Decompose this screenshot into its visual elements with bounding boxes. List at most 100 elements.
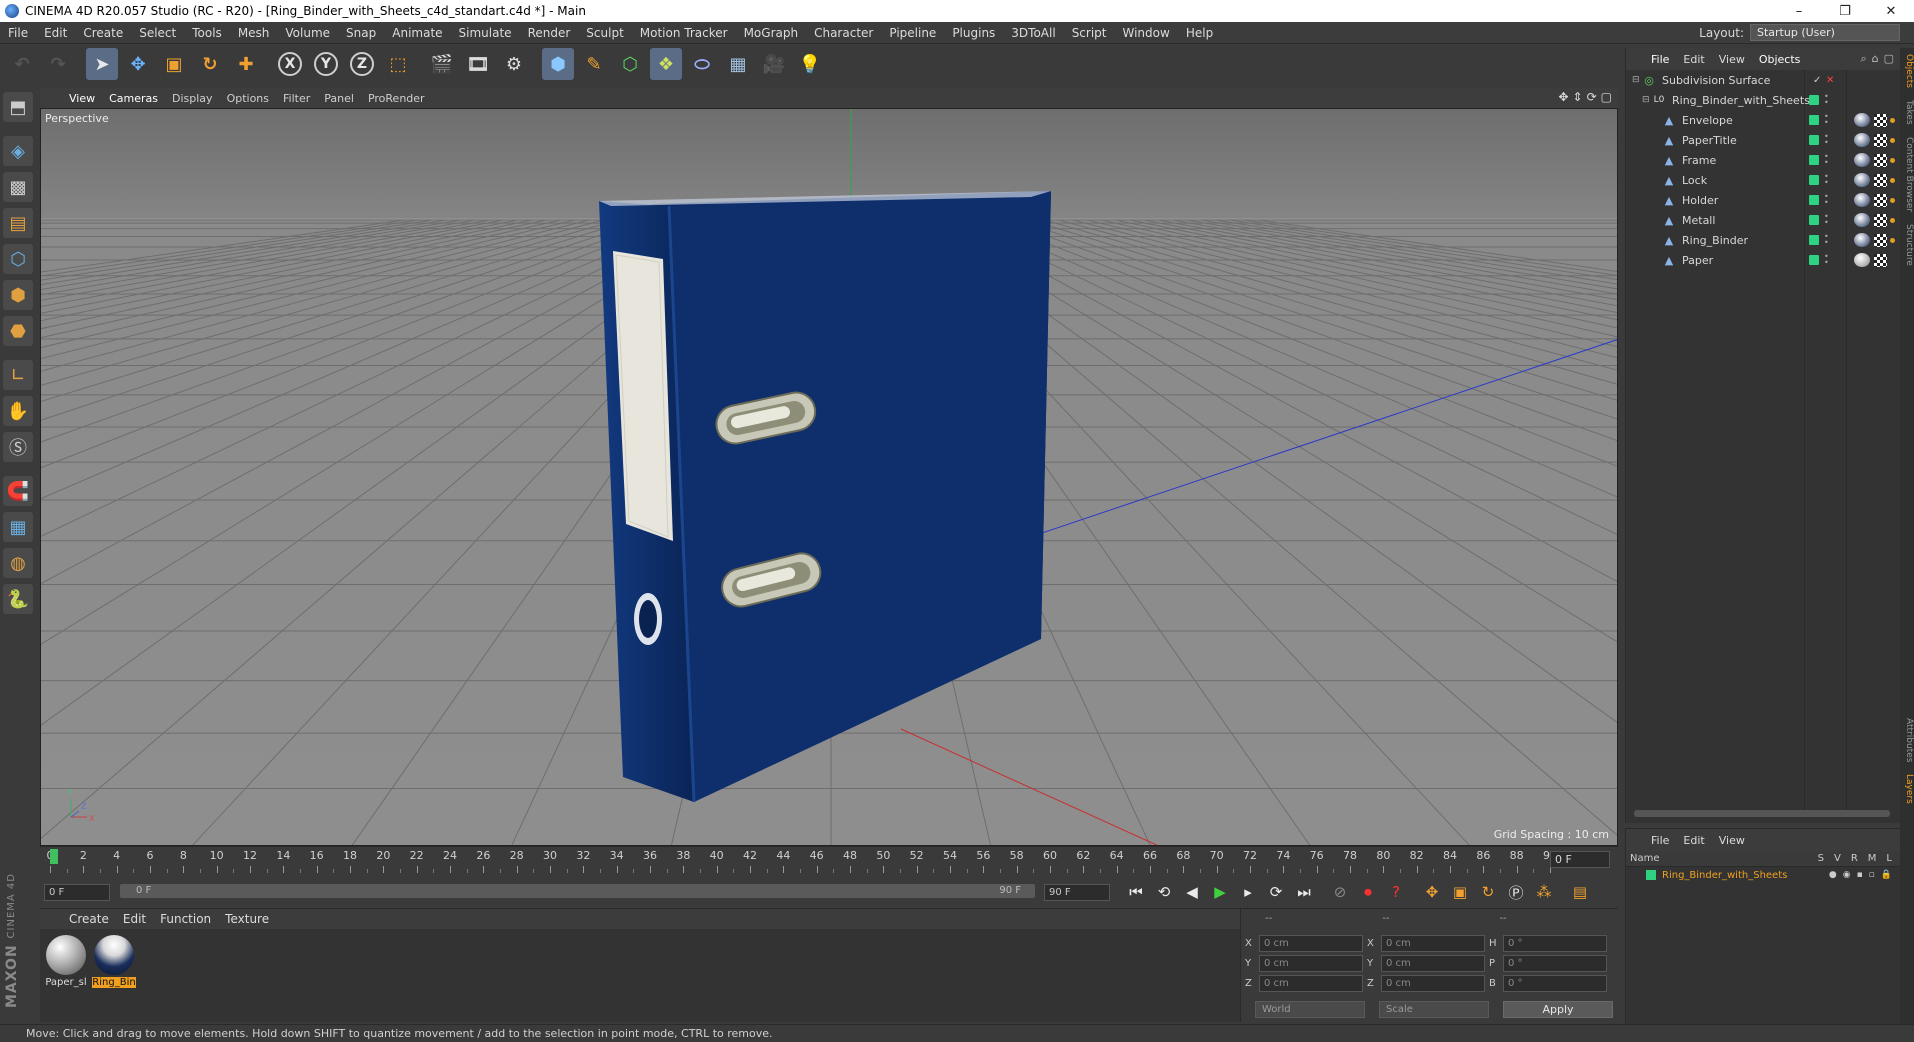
prev-keyframe-icon[interactable]: ⟲ (1152, 880, 1176, 904)
motion-record-icon[interactable]: ⊘ (1328, 880, 1352, 904)
layout-dropdown[interactable]: Startup (User) (1750, 24, 1900, 41)
layer-render-icon[interactable]: ▪ (1857, 870, 1863, 880)
visibility-dots-icon[interactable]: • • (1824, 93, 1829, 107)
size-y-field[interactable]: 0 cm (1381, 955, 1485, 972)
layer-color-flag[interactable] (1809, 175, 1819, 185)
tab-layers[interactable]: Layers (1900, 768, 1914, 810)
menu-character[interactable]: Character (806, 26, 881, 40)
position-z-field[interactable]: 0 cm (1259, 975, 1363, 992)
uvw-tag-icon[interactable] (1874, 153, 1887, 167)
object-row[interactable]: ▲ Frame • • (1626, 150, 1899, 170)
material-tag-icon[interactable] (1854, 153, 1870, 167)
array-generator-icon[interactable]: ❖ (650, 48, 682, 80)
key-scale-icon[interactable]: ▣ (1448, 880, 1472, 904)
points-mode-icon[interactable]: ⬡ (3, 244, 33, 274)
position-x-field[interactable]: 0 cm (1259, 935, 1363, 952)
viewport-menu-prorender[interactable]: ProRender (361, 92, 432, 105)
menu-file[interactable]: File (0, 26, 36, 40)
menu-motion-tracker[interactable]: Motion Tracker (632, 26, 736, 40)
objects-menu-file[interactable]: File (1644, 53, 1676, 66)
material-tag-icon[interactable] (1854, 213, 1870, 227)
menu-pipeline[interactable]: Pipeline (881, 26, 944, 40)
viewport-menu-view[interactable]: View (62, 92, 102, 105)
current-frame-field[interactable]: 0 F (1550, 851, 1610, 868)
material-menu-texture[interactable]: Texture (218, 912, 276, 926)
delete-x-icon[interactable]: ✕ (1826, 75, 1834, 86)
object-row[interactable]: ▲ Paper • • (1626, 250, 1899, 270)
uvw-tag-icon[interactable] (1874, 213, 1887, 227)
pan-view-icon[interactable]: ✥ (1558, 90, 1568, 104)
uvw-tag-icon[interactable] (1874, 233, 1887, 247)
restore-button[interactable]: ❐ (1822, 0, 1868, 22)
tab-objects[interactable]: Objects (1900, 48, 1914, 94)
object-row[interactable]: ▲ PaperTitle • • (1626, 130, 1899, 150)
deformer-icon[interactable]: ⬭ (686, 48, 718, 80)
enabled-check-icon[interactable]: ✓ (1813, 75, 1821, 86)
zoom-view-icon[interactable]: ⇕ (1573, 90, 1583, 104)
phong-tag-icon[interactable] (1890, 157, 1895, 163)
timeline-window-icon[interactable]: ▤ (1568, 880, 1592, 904)
viewport-menu-panel[interactable]: Panel (317, 92, 361, 105)
material-tag-icon[interactable] (1854, 133, 1870, 147)
coordinate-system-icon[interactable]: ⬚ (382, 48, 414, 80)
material-tag-icon[interactable] (1854, 113, 1870, 127)
key-position-icon[interactable]: ✥ (1420, 880, 1444, 904)
object-row[interactable]: ▲ Metall • • (1626, 210, 1899, 230)
phong-tag-icon[interactable] (1890, 197, 1895, 203)
key-rotation-icon[interactable]: ↻ (1476, 880, 1500, 904)
size-z-field[interactable]: 0 cm (1381, 975, 1485, 992)
menu-select[interactable]: Select (131, 26, 184, 40)
layer-color-flag[interactable] (1809, 215, 1819, 225)
tweak-mode-icon[interactable]: ✋ (3, 396, 33, 426)
material-swatch-ring-binder[interactable]: Ring_Bin (92, 935, 136, 988)
menu-create[interactable]: Create (75, 26, 131, 40)
phong-tag-icon[interactable] (1890, 117, 1895, 123)
menu-animate[interactable]: Animate (384, 26, 450, 40)
floor-scene-icon[interactable]: ▦ (722, 48, 754, 80)
cube-primitive-icon[interactable]: ⬢ (542, 48, 574, 80)
quantize-icon[interactable]: ◍ (3, 548, 33, 578)
layer-color-flag[interactable] (1809, 235, 1819, 245)
menu-volume[interactable]: Volume (277, 26, 338, 40)
home-icon[interactable]: ⌂ (1872, 52, 1879, 66)
scale-tool-icon[interactable]: ▣ (158, 48, 190, 80)
object-row[interactable]: ▲ Envelope • • (1626, 110, 1899, 130)
visibility-dots-icon[interactable]: • • (1824, 253, 1829, 267)
coordinate-mode-dropdown[interactable]: Scale (1379, 1001, 1489, 1018)
workplane-mode-icon[interactable]: ▤ (3, 208, 33, 238)
viewport-menu-options[interactable]: Options (220, 92, 276, 105)
layers-menu-view[interactable]: View (1712, 834, 1752, 847)
z-axis-lock-icon[interactable]: Z (346, 48, 378, 80)
model-mode-icon[interactable]: ◈ (3, 136, 33, 166)
subdivision-generator-icon[interactable]: ⬡ (614, 48, 646, 80)
menu-window[interactable]: Window (1115, 26, 1178, 40)
menu-3dtoall[interactable]: 3DToAll (1003, 26, 1063, 40)
objects-menu-objects[interactable]: Objects (1752, 53, 1808, 66)
uvw-tag-icon[interactable] (1874, 253, 1887, 267)
phong-tag-icon[interactable] (1890, 137, 1895, 143)
3d-viewport[interactable]: Y X Z Perspective Grid Spacing : 10 cm (40, 108, 1618, 846)
rotate-tool-icon[interactable]: ↻ (194, 48, 226, 80)
menu-help[interactable]: Help (1178, 26, 1221, 40)
goto-end-icon[interactable]: ⏭ (1292, 880, 1316, 904)
redo-icon[interactable]: ↷ (42, 48, 74, 80)
timeline-playhead[interactable] (50, 849, 58, 864)
material-tag-icon[interactable] (1854, 173, 1870, 187)
new-window-icon[interactable]: ▢ (1884, 52, 1894, 66)
menu-edit[interactable]: Edit (36, 26, 75, 40)
close-button[interactable]: ✕ (1868, 0, 1914, 22)
tab-content-browser[interactable]: Content Browser (1900, 131, 1914, 218)
frame-range-slider[interactable]: 0 F 90 F (120, 884, 1035, 898)
uvw-tag-icon[interactable] (1874, 193, 1887, 207)
rotation-p-field[interactable]: 0 ° (1503, 955, 1607, 972)
layers-menu-edit[interactable]: Edit (1676, 834, 1711, 847)
key-parameter-icon[interactable]: Ⓟ (1504, 880, 1528, 904)
horizontal-scrollbar[interactable] (1634, 810, 1890, 817)
y-axis-lock-icon[interactable]: Y (310, 48, 342, 80)
layer-solo-icon[interactable]: ● (1829, 870, 1837, 880)
undo-icon[interactable]: ↶ (6, 48, 38, 80)
apply-button[interactable]: Apply (1503, 1001, 1613, 1018)
live-selection-icon[interactable]: ➤ (86, 48, 118, 80)
menu-mograph[interactable]: MoGraph (736, 26, 807, 40)
menu-script[interactable]: Script (1064, 26, 1115, 40)
